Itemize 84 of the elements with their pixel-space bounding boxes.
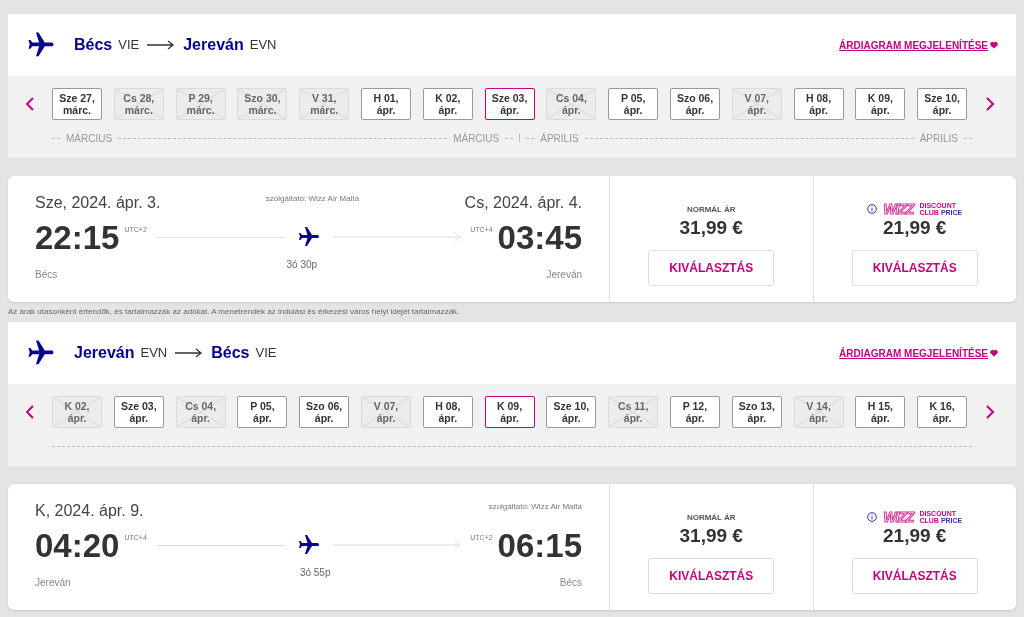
destination-code: EVN (249, 36, 277, 55)
brand-logo: WIZZ (883, 510, 914, 524)
brand-logo: WIZZ (883, 202, 914, 216)
chevron-right-icon (985, 96, 995, 112)
date-tile[interactable]: Szo 13, ápr. (731, 396, 782, 428)
departure-date: K, 2024. ápr. 9. (35, 501, 144, 521)
cross-out-icon (238, 89, 287, 119)
date-tile[interactable]: H 08, ápr. (793, 88, 844, 120)
month-label: ÁPRILIS (919, 131, 958, 146)
arrow-icon (175, 348, 204, 358)
date-tile[interactable]: Szo 06, ápr. (299, 396, 350, 428)
departure-time: 22:15 (35, 220, 120, 254)
arrival-city: Jereván (546, 268, 582, 282)
select-button[interactable]: KIVÁLASZTÁS (851, 250, 978, 286)
date-tile[interactable]: K 09, ápr. (855, 88, 906, 120)
date-tile[interactable]: Sze 27, márc. (52, 88, 102, 120)
destination-city: Bécs (211, 343, 250, 363)
date-tile[interactable]: P 12, ápr. (669, 396, 720, 428)
cross-out-icon (53, 397, 101, 427)
arrival-date: Cs, 2024. ápr. 4. (464, 193, 582, 213)
date-tile[interactable]: K 02, ápr. (422, 88, 473, 120)
arrival-city: Bécs (559, 576, 582, 590)
date-tile[interactable]: H 15, ápr. (855, 396, 906, 428)
month-label: MÁRCIUS (66, 131, 113, 146)
fare-label: NORMÁL ÁR (686, 204, 736, 216)
date-tile[interactable]: H 01, ápr. (361, 88, 411, 120)
heart-icon (990, 41, 998, 49)
origin-city: Bécs (74, 35, 113, 55)
origin-city: Jereván (74, 343, 135, 363)
cross-out-icon (176, 89, 225, 119)
cross-out-icon (609, 397, 658, 427)
chevron-left-icon (25, 404, 35, 420)
chevron-left-icon (25, 96, 35, 112)
select-button[interactable]: KIVÁLASZTÁS (851, 558, 978, 594)
flight-duration: 3ó 55p (299, 566, 331, 580)
airplane-icon (296, 225, 321, 249)
fare-label: NORMÁL ÁR (686, 512, 736, 524)
cross-out-icon (547, 89, 596, 119)
departure-city: Bécs (35, 268, 58, 282)
date-tile[interactable]: Sze 10, ápr. (546, 396, 597, 428)
date-tile[interactable]: Sze 03, ápr. (484, 88, 535, 120)
arrival-time: 06:15 (497, 528, 582, 562)
date-tile[interactable]: P 05, ápr. (237, 396, 288, 428)
cross-out-icon (176, 397, 225, 427)
origin-code: EVN (140, 344, 168, 363)
departure-time: 04:20 (35, 528, 120, 562)
cross-out-icon (114, 89, 163, 119)
select-button[interactable]: KIVÁLASZTÁS (648, 250, 775, 286)
fare-price: 31,99 € (679, 216, 743, 240)
origin-code: VIE (118, 36, 140, 55)
airplane-icon (296, 533, 321, 557)
fare-price: 21,99 € (883, 524, 947, 548)
chevron-right-icon (985, 404, 995, 420)
date-tile[interactable]: Sze 03, ápr. (113, 396, 164, 428)
cross-out-icon (732, 89, 781, 119)
operator-text: szolgáltató: Wizz Air Malta (488, 501, 582, 513)
date-tile[interactable]: Szo 06, ápr. (669, 88, 720, 120)
disclaimer-text: Az árak utasonként értendők, és tartalmazzák az adókat. A menetrendek az indulási és érkezési város helyi idejét tartalmazzák. (8, 306, 461, 318)
month-label: ÁPRILIS (540, 131, 579, 146)
arrow-icon (147, 40, 176, 50)
fare-price: 21,99 € (883, 216, 947, 240)
select-button[interactable]: KIVÁLASZTÁS (648, 558, 775, 594)
date-tile[interactable]: P 05, ápr. (608, 88, 659, 120)
month-label: MÁRCIUS (453, 131, 500, 146)
info-icon (867, 512, 878, 522)
cross-out-icon (300, 89, 349, 119)
date-tile[interactable]: K 16, ápr. (917, 396, 968, 428)
date-tile[interactable]: Sze 10, ápr. (917, 88, 968, 120)
destination-city: Jereván (183, 35, 244, 55)
heart-icon (990, 349, 998, 357)
date-tile[interactable]: K 09, ápr. (484, 396, 535, 428)
flight-duration: 3ó 30p (286, 258, 318, 272)
price-chart-link[interactable]: ÁRDIAGRAM MEGJELENÍTÉSE (839, 345, 998, 361)
price-chart-link[interactable]: ÁRDIAGRAM MEGJELENÍTÉSE (839, 37, 998, 53)
destination-code: VIE (255, 344, 277, 363)
cross-out-icon (362, 397, 410, 427)
date-tile[interactable]: H 08, ápr. (422, 396, 473, 428)
operator-text: szolgáltató: Wizz Air Malta (265, 193, 360, 205)
fare-price: 31,99 € (679, 524, 743, 548)
departure-city: Jereván (35, 576, 71, 590)
arrival-time: 03:45 (497, 220, 582, 254)
info-icon (867, 204, 878, 214)
cross-out-icon (794, 397, 843, 427)
departure-date: Sze, 2024. ápr. 3. (35, 193, 161, 213)
